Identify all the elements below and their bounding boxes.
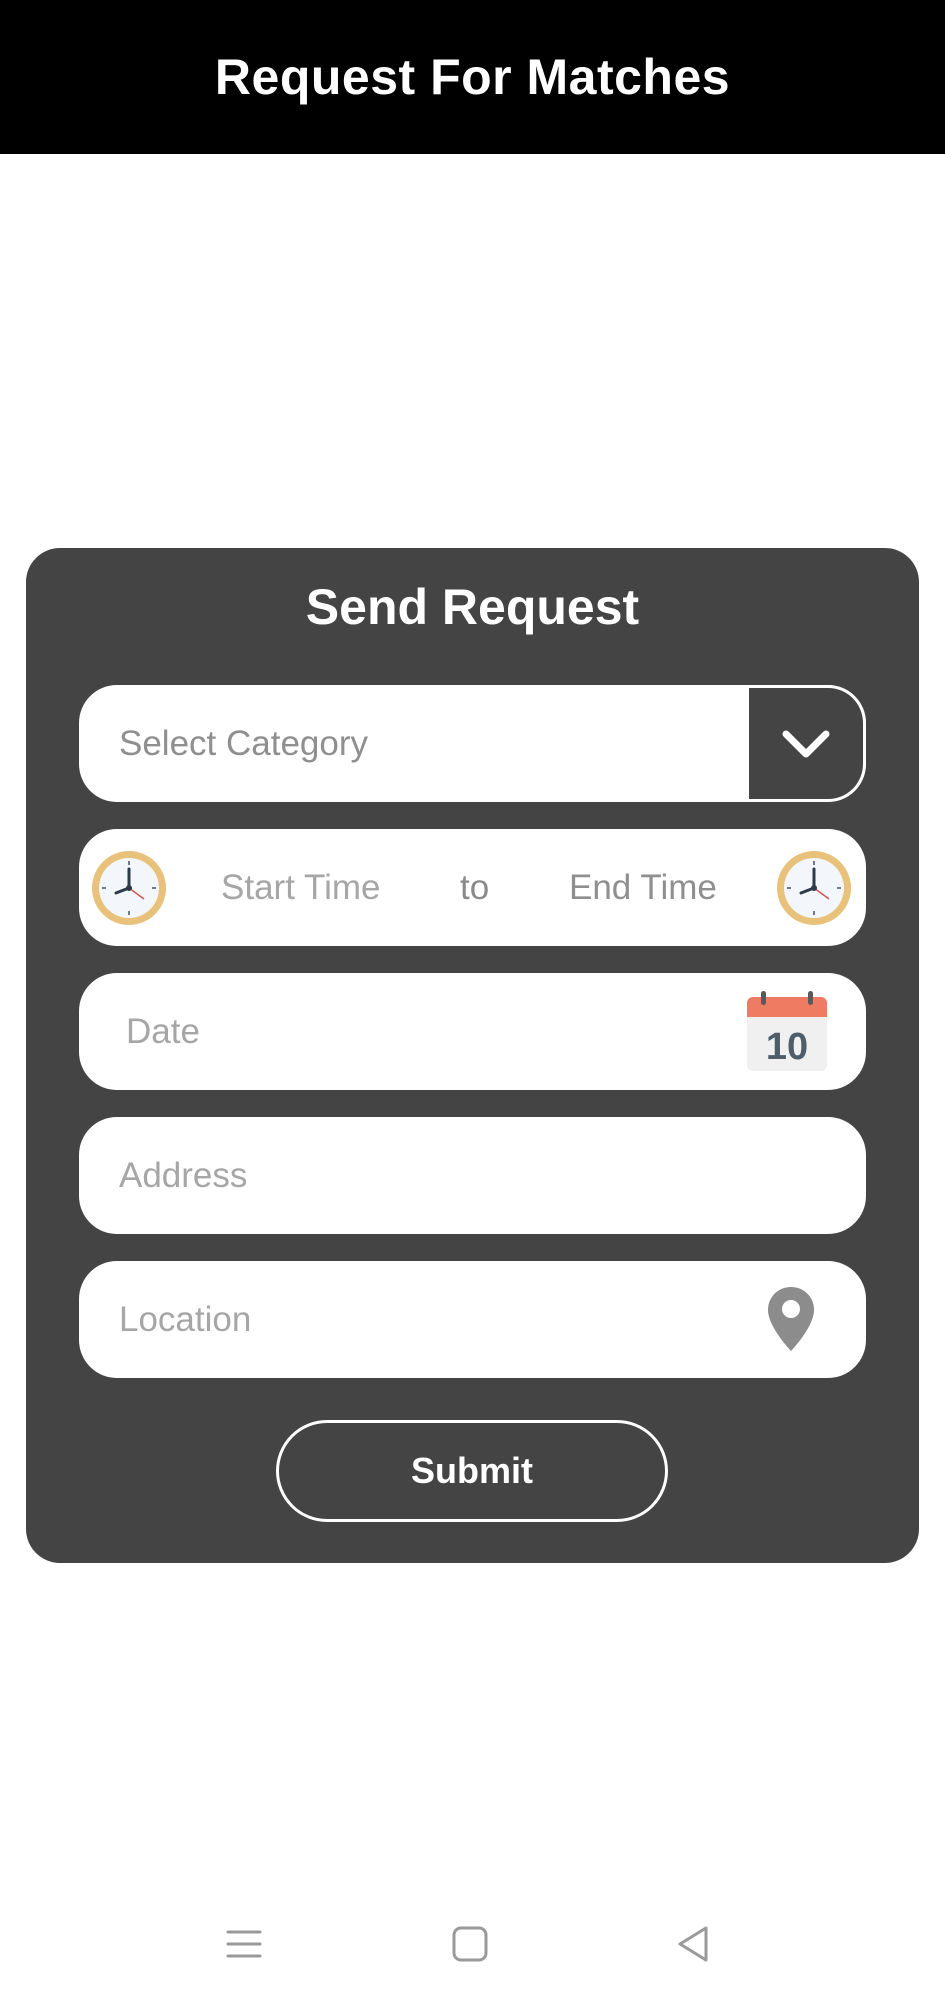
date-placeholder: Date (126, 1011, 200, 1051)
submit-button[interactable]: Submit (276, 1420, 668, 1522)
send-request-card: Send Request Select Category Start Time … (26, 548, 919, 1563)
system-nav-bar (0, 1900, 945, 2002)
start-clock-icon[interactable] (90, 849, 168, 927)
end-clock-icon[interactable] (775, 849, 853, 927)
menu-icon[interactable] (222, 1922, 266, 1966)
chevron-down-icon (782, 730, 830, 757)
category-dropdown-button[interactable] (749, 685, 866, 802)
location-field[interactable]: Location (79, 1261, 866, 1378)
end-time-input[interactable]: End Time (569, 868, 717, 908)
calendar-day: 10 (766, 1026, 808, 1068)
address-placeholder: Address (119, 1155, 248, 1195)
back-triangle-icon[interactable] (672, 1922, 716, 1966)
time-separator: to (460, 867, 490, 907)
time-range-field: Start Time to End Time (79, 829, 866, 946)
calendar-icon[interactable]: 10 (745, 991, 829, 1073)
page-title: Request For Matches (214, 49, 731, 105)
home-square-icon[interactable] (448, 1922, 492, 1966)
card-title: Send Request (305, 579, 640, 635)
location-placeholder: Location (119, 1299, 252, 1339)
category-placeholder: Select Category (119, 723, 369, 763)
category-select[interactable]: Select Category (79, 685, 866, 802)
map-pin-icon[interactable] (766, 1285, 816, 1353)
date-field[interactable]: Date 10 (79, 973, 866, 1090)
address-field[interactable]: Address (79, 1117, 866, 1234)
app-bar: Request For Matches (0, 0, 945, 154)
start-time-input[interactable]: Start Time (221, 868, 380, 908)
